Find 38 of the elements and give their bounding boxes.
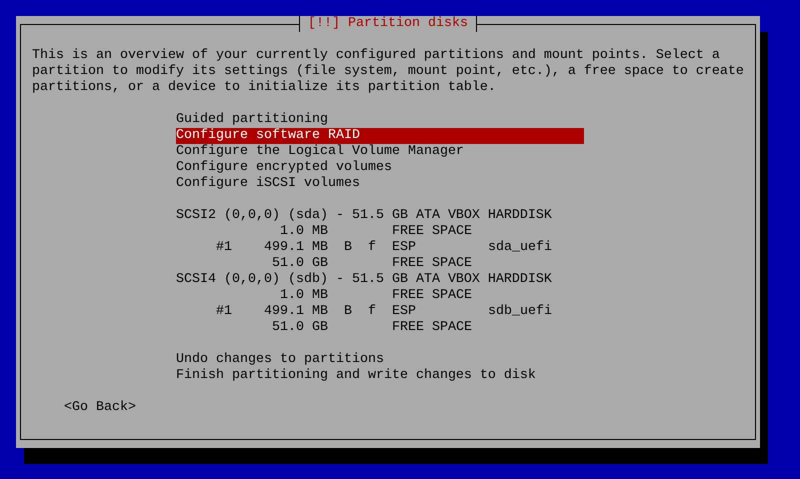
- partition-type: ESP: [392, 304, 417, 320]
- disk-entry[interactable]: SCSI2 (0,0,0) (sda) - 51.5 GB ATA VBOX HARDDISK: [176, 208, 584, 224]
- partition-entry[interactable]: #1 499.1 MB B f ESP sdb_uefi: [176, 304, 584, 320]
- partition-type: FREE SPACE: [392, 224, 473, 240]
- format-flag-text: f: [368, 240, 377, 256]
- description-text: This is an overview of your currently configured partitions and mount points. Select a partition to modify its settings (file system, mount point, etc.), a free space to create partitions, or a device to initialize its partition table.: [32, 48, 745, 96]
- partition-type: FREE SPACE: [392, 288, 473, 304]
- boot-flag-text: B: [344, 304, 353, 320]
- go-back-button[interactable]: <Go Back>: [64, 400, 136, 416]
- partition-entry[interactable]: 1.0 MB FREE SPACE: [176, 224, 584, 240]
- partition-number: #1: [216, 304, 232, 320]
- partition-name: sda_uefi: [488, 240, 553, 256]
- partition-name: sdb_uefi: [488, 304, 553, 320]
- partition-number: #1: [216, 240, 232, 256]
- menu-option[interactable]: Configure software RAID: [176, 128, 584, 144]
- partition-entry[interactable]: 51.0 GB FREE SPACE: [176, 256, 584, 272]
- menu-option[interactable]: Configure the Logical Volume Manager: [176, 144, 584, 160]
- menu-option[interactable]: Guided partitioning: [176, 112, 584, 128]
- format-flag-text: f: [368, 304, 377, 320]
- partition-size: 1.0 MB: [279, 224, 328, 240]
- partition-entry[interactable]: 1.0 MB FREE SPACE: [176, 288, 584, 304]
- partition-size: 499.1 MB: [263, 240, 328, 256]
- partition-type: FREE SPACE: [392, 320, 473, 336]
- partition-size: 51.0 GB: [271, 256, 328, 272]
- partition-size: 51.0 GB: [271, 320, 328, 336]
- partition-entry[interactable]: 51.0 GB FREE SPACE: [176, 320, 584, 336]
- boot-flag-text: B: [344, 240, 353, 256]
- partition-type: FREE SPACE: [392, 256, 473, 272]
- menu-option[interactable]: Undo changes to partitions: [176, 352, 584, 368]
- menu-option[interactable]: Configure iSCSI volumes: [176, 176, 584, 192]
- menu-option[interactable]: Configure encrypted volumes: [176, 160, 584, 176]
- menu-option[interactable]: Finish partitioning and write changes to disk: [176, 368, 584, 384]
- partition-type: ESP: [392, 240, 417, 256]
- partition-size: 499.1 MB: [263, 304, 328, 320]
- disk-entry[interactable]: SCSI4 (0,0,0) (sdb) - 51.5 GB ATA VBOX HARDDISK: [176, 272, 584, 288]
- partition-entry[interactable]: #1 499.1 MB B f ESP sda_uefi: [176, 240, 584, 256]
- dialog-title: [!!] Partition disks: [299, 16, 477, 32]
- partition-size: 1.0 MB: [279, 288, 328, 304]
